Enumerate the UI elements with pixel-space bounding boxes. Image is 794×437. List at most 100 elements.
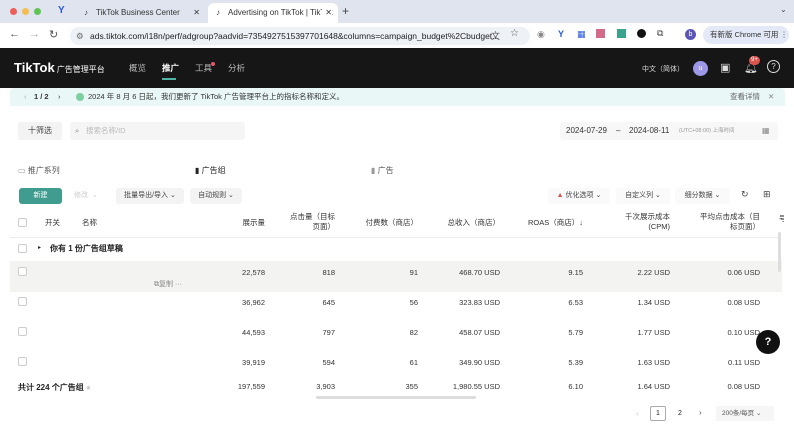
prev-page-icon[interactable]: ‹ — [636, 409, 639, 418]
bulk-label: 批量导出/导入 — [124, 192, 169, 199]
col-header-purchases[interactable]: 付费数（商店） — [350, 218, 419, 228]
extension-dark-icon[interactable] — [637, 29, 646, 38]
pinned-tab-icon[interactable]: Y — [58, 5, 65, 16]
col-header-roas[interactable]: ROAS（商店）↓ — [510, 218, 583, 228]
extension-y-icon[interactable]: Y — [558, 29, 564, 39]
col-header-cpc[interactable]: 平均点击成本（目标页面） — [695, 212, 760, 232]
auto-rules-dropdown[interactable]: 自动规则 ⌄ — [190, 188, 242, 204]
notice-prev-icon[interactable]: ‹ — [24, 88, 27, 106]
expand-caret-icon[interactable]: ▸ — [38, 244, 41, 251]
col-header-revenue[interactable]: 总收入（商店） — [430, 218, 501, 228]
language-selector[interactable]: 中文（简体） — [642, 64, 684, 74]
table-cell: 3,903 — [316, 382, 335, 391]
row-checkbox[interactable] — [18, 297, 27, 306]
tools-dot-badge — [211, 62, 215, 66]
notice-pager: 1 / 2 — [34, 92, 49, 101]
level-tab-adgroup[interactable]: ▮ 广告组 — [195, 165, 226, 176]
tab-business-center[interactable]: TikTok Business Center ♪ ✕ — [76, 3, 206, 23]
extension-pink-icon[interactable] — [596, 29, 605, 38]
export-icon[interactable]: ⊞ — [763, 189, 771, 200]
custom-cols-label: 自定义列 — [625, 192, 654, 199]
site-settings-icon[interactable]: ⚙ — [76, 27, 84, 45]
notice-details-link[interactable]: 查看详情 — [730, 88, 760, 106]
table-cell: 1.63 USD — [637, 358, 670, 367]
select-all-checkbox[interactable] — [18, 218, 27, 227]
nav-promote[interactable]: 推广 — [162, 62, 179, 74]
copy-action[interactable]: ⧉复制 ··· — [154, 279, 182, 289]
draft-row-label[interactable]: 你有 1 份广告组草稿 — [50, 243, 123, 254]
next-page-icon[interactable]: › — [699, 408, 702, 417]
breakdown-dropdown[interactable]: 细分数据 ⌄ — [675, 188, 730, 204]
maximize-window-button[interactable] — [34, 8, 41, 15]
extension-chart-icon[interactable]: ▦ — [577, 29, 586, 40]
more-actions[interactable]: ··· — [175, 281, 182, 288]
table-cell: 0.08 USD — [727, 298, 760, 307]
reload-icon[interactable]: ↻ — [49, 28, 58, 41]
briefcase-icon[interactable]: ▣ — [720, 61, 730, 74]
new-tab-button[interactable]: + — [342, 4, 349, 18]
row-checkbox[interactable] — [18, 327, 27, 336]
search-input[interactable]: ⌕ 搜索名称/ID — [70, 122, 245, 140]
edit-dropdown[interactable]: 修改 ⌄ — [74, 188, 98, 204]
col-header-clicks[interactable]: 点击量（目标页面） — [285, 212, 335, 232]
minimize-window-button[interactable] — [22, 8, 29, 15]
chrome-update-button[interactable]: 有新版 Chrome 可用 ⋮ — [703, 26, 789, 44]
extensions-puzzle-icon[interactable]: ⧉ — [657, 28, 663, 39]
user-avatar[interactable]: u — [693, 61, 708, 76]
url-input[interactable]: ⚙ ads.tiktok.com/i18n/perf/adgroup?aadvid… — [70, 27, 530, 45]
bulk-export-import-dropdown[interactable]: 批量导出/导入 ⌄ — [116, 188, 184, 204]
camera-extension-icon[interactable]: ◉ — [537, 29, 545, 40]
calendar-icon: ▦ — [762, 126, 770, 135]
table-cell: 44,593 — [242, 328, 265, 337]
custom-columns-dropdown[interactable]: 自定义列 ⌄ — [616, 188, 670, 204]
table-cell: 1.77 USD — [637, 328, 670, 337]
help-float-button[interactable]: ? — [756, 330, 780, 354]
table-cell: 818 — [322, 268, 335, 277]
close-tab-icon[interactable]: ✕ — [322, 3, 332, 23]
draft-checkbox[interactable] — [18, 244, 27, 253]
table-cell: 1.64 USD — [637, 382, 670, 391]
nav-analytics[interactable]: 分析 — [228, 62, 245, 74]
info-icon: ● — [86, 383, 91, 392]
translate-icon[interactable]: 文 — [491, 29, 500, 42]
close-tab-icon[interactable]: ✕ — [193, 3, 200, 23]
col-header-name[interactable]: 名称 — [82, 218, 97, 228]
table-cell: 0.08 USD — [727, 382, 760, 391]
notice-next-icon[interactable]: › — [58, 88, 61, 106]
tiktok-logo[interactable]: TikTok 广告管理平台 — [14, 60, 105, 75]
filter-button[interactable]: 十筛选 — [18, 122, 62, 140]
level-tab-campaign[interactable]: ▭ 推广系列 — [18, 165, 60, 176]
col-header-cpm[interactable]: 千次展示成本 (CPM) — [620, 212, 670, 232]
date-range-picker[interactable]: 2024-07-29 – 2024-08-11 (UTC+08:00) 上海时间… — [560, 122, 778, 140]
create-button[interactable]: 新建 — [19, 188, 62, 204]
table-cell: 22,578 — [242, 268, 265, 277]
extension-green-icon[interactable] — [617, 29, 626, 38]
page-1-button[interactable]: 1 — [650, 406, 666, 421]
profile-avatar[interactable]: b — [685, 29, 696, 40]
bookmark-star-icon[interactable]: ☆ — [510, 28, 519, 39]
vertical-scrollbar[interactable] — [778, 232, 781, 272]
forward-icon[interactable]: → — [29, 28, 40, 40]
tab-search-icon[interactable]: ⌄ — [780, 5, 787, 14]
page-size-select[interactable]: 200条/每页 ⌄ — [716, 406, 774, 421]
nav-tools[interactable]: 工具 — [195, 62, 212, 74]
table-cell: 9.15 — [568, 268, 583, 277]
close-window-button[interactable] — [10, 8, 17, 15]
level-tab-ad[interactable]: ▮ 广告 — [371, 165, 394, 176]
back-icon[interactable]: ← — [9, 28, 20, 40]
refresh-icon[interactable]: ↻ — [741, 189, 749, 200]
page-2-button[interactable]: 2 — [673, 406, 687, 421]
row-checkbox[interactable] — [18, 357, 27, 366]
optimize-options-dropdown[interactable]: ▲ 优化选项 ⌄ — [548, 188, 610, 204]
tab-advertising[interactable]: Advertising on TikTok | TikTok ♪ ✕ — [208, 3, 338, 23]
table-cell: 6.53 — [568, 298, 583, 307]
row-checkbox[interactable] — [18, 267, 27, 276]
col-header-impressions[interactable]: 展示量 — [205, 218, 266, 228]
table-cell: 91 — [409, 268, 418, 277]
horizontal-scrollbar[interactable] — [316, 396, 476, 399]
tab-label: 广告 — [377, 166, 394, 175]
table-cell: 197,559 — [237, 382, 265, 391]
nav-overview[interactable]: 概览 — [129, 62, 146, 74]
help-icon[interactable]: ? — [767, 60, 780, 73]
notice-close-icon[interactable]: ✕ — [768, 88, 774, 106]
